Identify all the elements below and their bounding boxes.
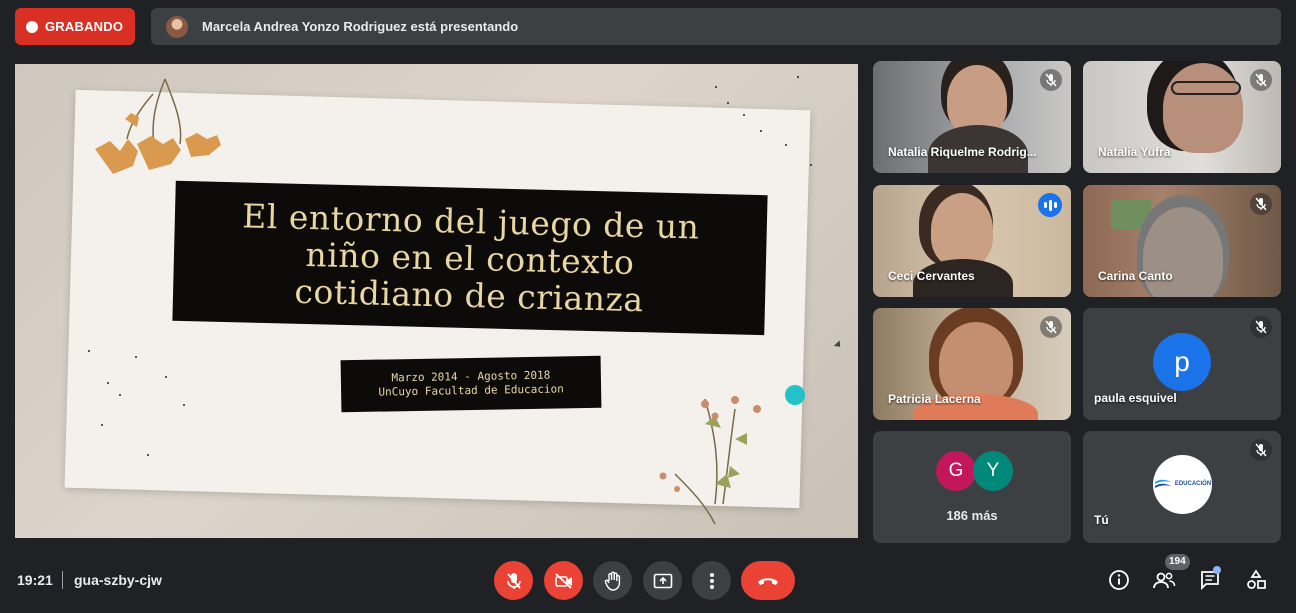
end-call-icon xyxy=(758,577,778,585)
camera-toggle-button[interactable] xyxy=(544,561,583,600)
participant-count-badge: 194 xyxy=(1165,554,1190,570)
chat-notification-dot xyxy=(1213,566,1221,574)
footer-divider xyxy=(62,571,63,589)
speck-decoration xyxy=(743,114,745,116)
mic-off-icon xyxy=(1250,69,1272,91)
self-tile[interactable]: EDUCACIÓN Tú xyxy=(1083,431,1281,543)
participant-name: Ceci Cervantes xyxy=(888,269,975,283)
presenter-banner: Marcela Andrea Yonzo Rodriguez está pres… xyxy=(151,8,1281,45)
recording-badge[interactable]: GRABANDO xyxy=(15,8,135,45)
self-name: Tú xyxy=(1094,513,1109,527)
slide-title-line: cotidiano de crianza xyxy=(294,271,645,319)
speck-decoration xyxy=(760,130,762,132)
present-icon xyxy=(653,573,672,588)
participant-avatar: G xyxy=(936,451,976,491)
recording-label: GRABANDO xyxy=(45,19,124,34)
mic-off-icon xyxy=(1250,316,1272,338)
more-options-icon xyxy=(709,572,714,589)
speck-decoration xyxy=(101,424,103,426)
speck-decoration xyxy=(147,454,149,456)
speck-decoration xyxy=(183,404,185,406)
activities-icon xyxy=(1247,569,1266,589)
mic-off-icon xyxy=(1250,193,1272,215)
participant-tile[interactable]: Natalia Riquelme Rodrig... xyxy=(873,61,1071,173)
participant-tile-active-speaker[interactable]: Ceci Cervantes xyxy=(873,185,1071,297)
mic-off-icon xyxy=(1040,316,1062,338)
participants-button[interactable] xyxy=(1152,568,1176,592)
speck-decoration xyxy=(107,382,109,384)
speck-decoration xyxy=(165,376,167,378)
participant-tile[interactable]: Natalia Yufra xyxy=(1083,61,1281,173)
slide-subtitle-line: UnCuyo Facultad de Educacion xyxy=(378,382,564,399)
speck-decoration xyxy=(785,144,787,146)
raise-hand-icon xyxy=(604,571,620,591)
mic-off-icon xyxy=(1040,69,1062,91)
participant-name: Patricia Lacerna xyxy=(888,392,981,406)
speck-decoration xyxy=(88,350,90,352)
education-logo-icon xyxy=(1154,479,1171,488)
mic-off-icon xyxy=(1250,439,1272,461)
mic-off-icon xyxy=(506,572,521,589)
speck-decoration xyxy=(135,356,137,358)
camera-off-icon xyxy=(554,572,572,589)
clock: 19:21 xyxy=(17,572,53,588)
participant-video-glasses xyxy=(1171,81,1241,95)
participant-video-person xyxy=(931,193,993,267)
slide-subtitle-box: Marzo 2014 - Agosto 2018 UnCuyo Facultad… xyxy=(340,355,602,413)
present-screen-button[interactable] xyxy=(643,561,682,600)
self-avatar-logo: EDUCACIÓN xyxy=(1153,455,1212,514)
video-background-picture xyxy=(1111,199,1151,229)
slide-title-box: El entorno del juego de un niño en el co… xyxy=(172,180,768,336)
logo-text: EDUCACIÓN xyxy=(1174,481,1212,487)
participant-tile[interactable]: p paula esquivel xyxy=(1083,308,1281,420)
participant-video-person xyxy=(1163,63,1243,153)
participant-video-person xyxy=(1143,207,1223,297)
presentation-slide: El entorno del juego de un niño en el co… xyxy=(15,64,858,538)
meeting-details-button[interactable] xyxy=(1107,568,1131,592)
recording-dot-icon xyxy=(26,20,38,33)
raise-hand-button[interactable] xyxy=(593,561,632,600)
speaking-indicator-icon xyxy=(1038,193,1062,217)
laser-pointer xyxy=(785,385,805,405)
speck-decoration xyxy=(797,76,799,78)
mic-toggle-button[interactable] xyxy=(494,561,533,600)
people-icon xyxy=(1153,572,1176,589)
info-icon xyxy=(1109,570,1129,590)
participant-name: Natalia Riquelme Rodrig... xyxy=(888,145,1037,159)
participant-tile[interactable]: Patricia Lacerna xyxy=(873,308,1071,420)
presenter-avatar xyxy=(166,15,188,38)
meeting-code: gua-szby-cjw xyxy=(74,572,162,588)
speck-decoration xyxy=(727,102,729,104)
participant-tile[interactable]: Carina Canto xyxy=(1083,185,1281,297)
participant-avatar: p xyxy=(1153,333,1211,391)
activities-button[interactable] xyxy=(1244,568,1268,592)
presenter-banner-text: Marcela Andrea Yonzo Rodriguez está pres… xyxy=(202,19,519,34)
more-options-button[interactable] xyxy=(692,561,731,600)
participant-avatar: Y xyxy=(973,451,1013,491)
more-participants-tile[interactable]: G Y 186 más xyxy=(873,431,1071,543)
participant-name: Carina Canto xyxy=(1098,269,1173,283)
speck-decoration xyxy=(715,86,717,88)
speck-decoration xyxy=(810,164,812,166)
speck-decoration xyxy=(119,394,121,396)
more-participants-label: 186 más xyxy=(946,508,998,523)
participant-name: Natalia Yufra xyxy=(1098,145,1171,159)
participant-name: paula esquivel xyxy=(1094,391,1177,405)
end-call-button[interactable] xyxy=(741,561,795,600)
